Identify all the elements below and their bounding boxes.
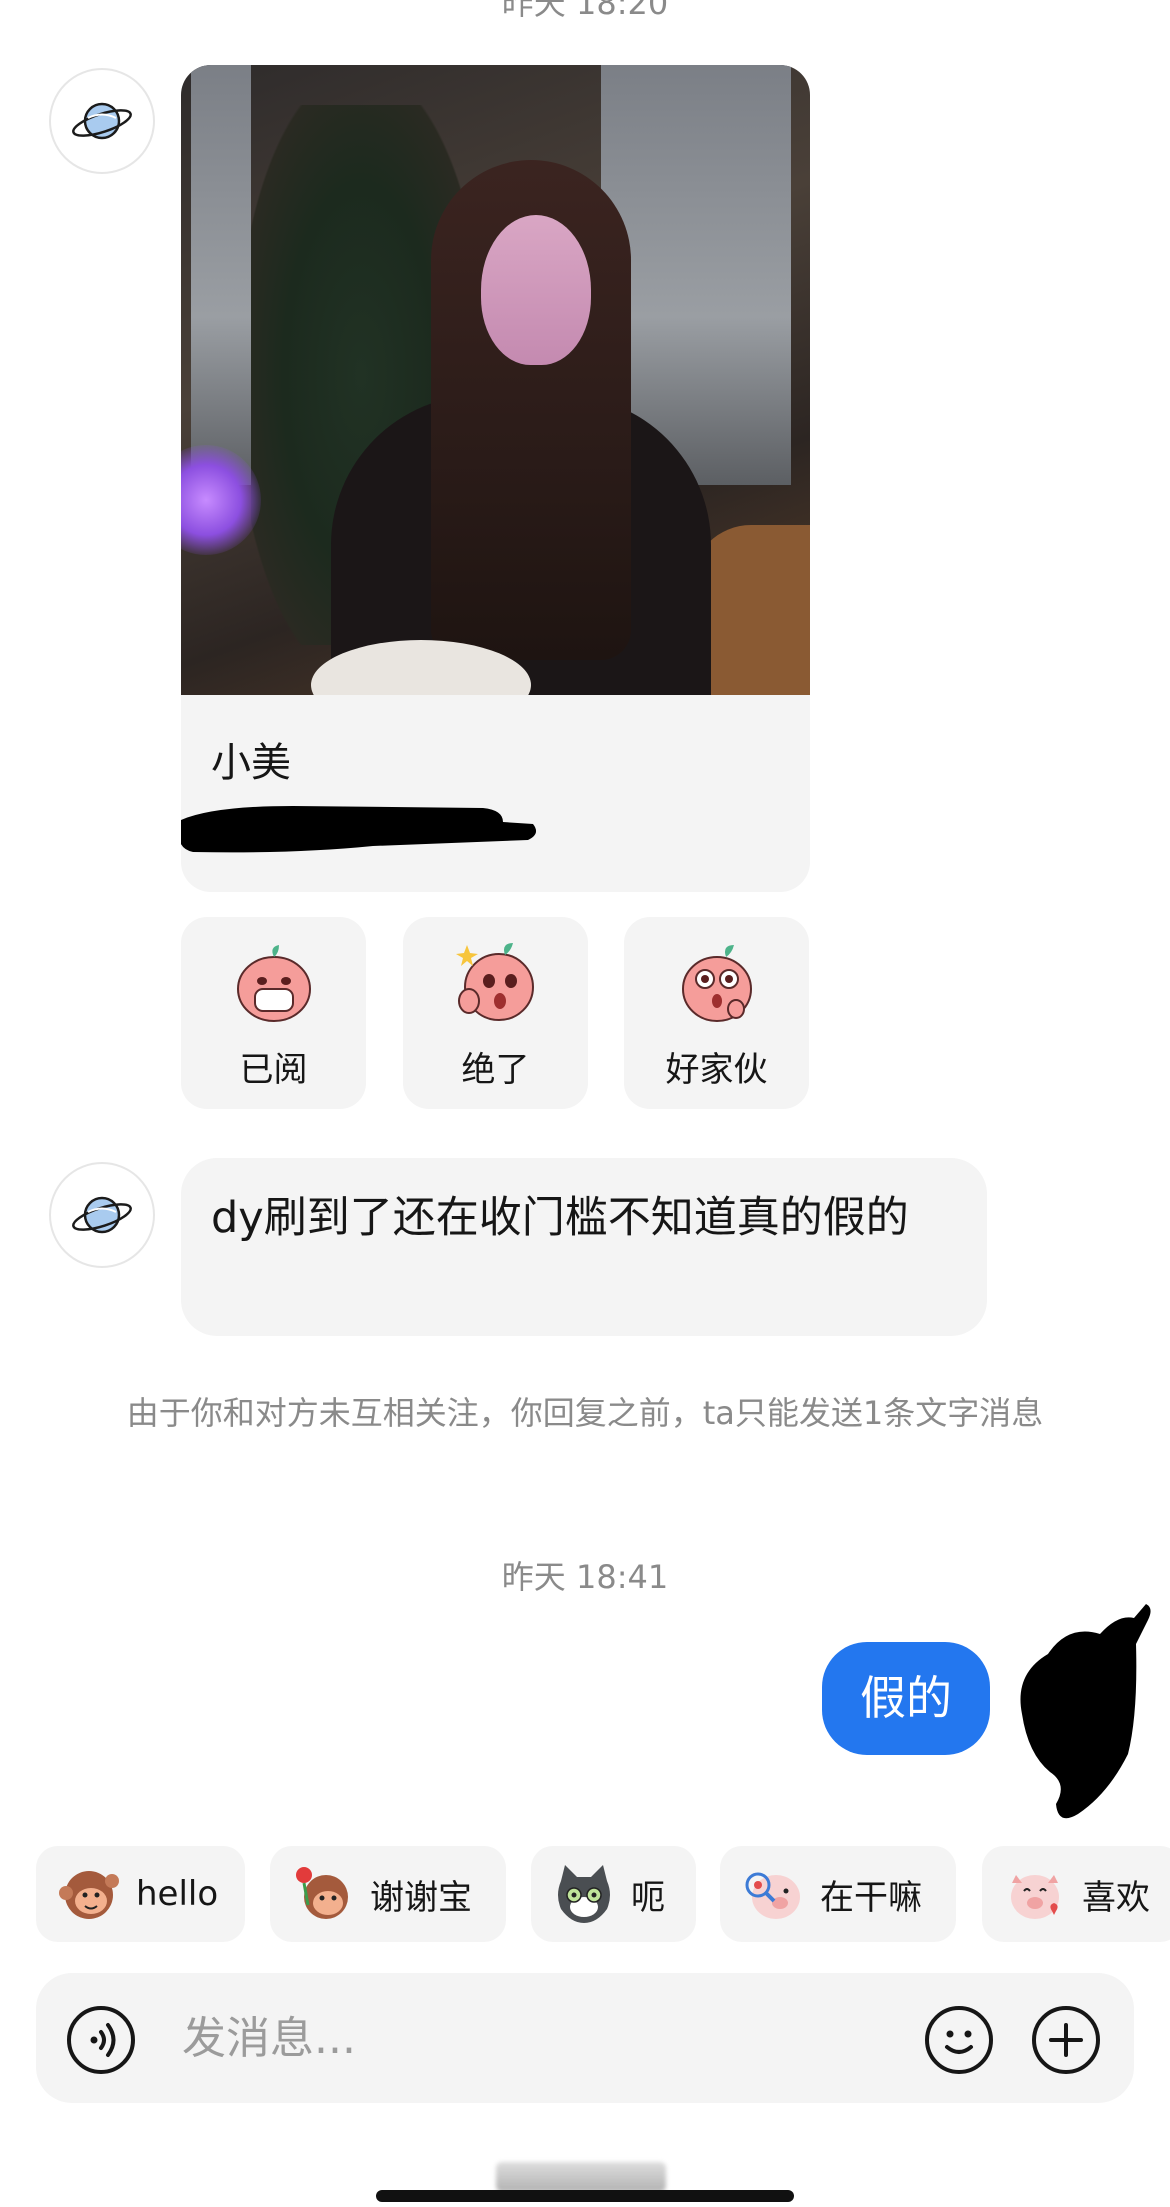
quick-reply-like[interactable]: 喜欢: [982, 1846, 1170, 1942]
quick-reply-thanks[interactable]: 谢谢宝: [270, 1846, 506, 1942]
quick-reply-label: 谢谢宝: [370, 1877, 472, 1918]
monkey-rose-sticker-icon: [296, 1867, 348, 1919]
message-input[interactable]: [182, 1995, 922, 2081]
reaction-amazing[interactable]: 绝了: [403, 917, 588, 1109]
blurred-region: [496, 2162, 666, 2192]
home-indicator[interactable]: [376, 2190, 794, 2202]
profile-name: 小美: [211, 740, 291, 786]
quick-reply-label: hello: [136, 1874, 219, 1914]
system-notice: 由于你和对方未互相关注，你回复之前，ta只能发送1条文字消息: [126, 1394, 1044, 1432]
quick-reply-label: 在干嘛: [820, 1877, 922, 1918]
peach-mask-sticker-icon: [236, 945, 311, 1022]
timestamp-middle: 昨天 18:41: [501, 1558, 669, 1596]
quick-reply-label: 呃: [631, 1877, 665, 1918]
redaction-mark: [181, 806, 537, 853]
reaction-label: 绝了: [461, 1050, 530, 1090]
cat-sticker-icon: [558, 1865, 610, 1923]
quick-reply-label: 喜欢: [1082, 1877, 1150, 1918]
profile-photo[interactable]: [181, 65, 810, 695]
pig-magnifier-sticker-icon: [745, 1872, 800, 1919]
quick-reply-uh[interactable]: 呃: [531, 1846, 696, 1942]
reaction-label: 已阅: [239, 1050, 308, 1090]
timestamp-top: 昨天 18:20: [501, 0, 669, 22]
monkey-wave-sticker-icon: [59, 1871, 119, 1919]
pig-love-sticker-icon: [1011, 1875, 1059, 1919]
voice-input-icon[interactable]: [66, 2005, 136, 2075]
reaction-read[interactable]: 已阅: [181, 917, 366, 1109]
quick-reply-hello[interactable]: hello: [36, 1846, 245, 1942]
peach-shocked-sticker-icon: [681, 945, 752, 1022]
peach-thumbs-up-sticker-icon: [455, 943, 534, 1021]
reaction-label: 好家伙: [665, 1050, 768, 1090]
plus-icon[interactable]: [1031, 2005, 1101, 2075]
contact-avatar[interactable]: [49, 1162, 155, 1268]
outgoing-message-bubble[interactable]: 假的: [822, 1642, 990, 1755]
incoming-message-bubble[interactable]: dy刷到了还在收门槛不知道真的假的: [181, 1158, 987, 1336]
redaction-mark: [1020, 1604, 1151, 1819]
reaction-wow[interactable]: 好家伙: [624, 917, 809, 1109]
message-composer: [36, 1973, 1134, 2103]
profile-card[interactable]: 小美: [181, 65, 810, 892]
contact-avatar[interactable]: [49, 68, 155, 174]
emoji-icon[interactable]: [924, 2005, 994, 2075]
quick-reply-row: hello 谢谢宝 呃 在干嘛 喜欢: [0, 1846, 1170, 1942]
quick-reply-what-doing[interactable]: 在干嘛: [720, 1846, 956, 1942]
planet-icon: [72, 1196, 132, 1234]
planet-icon: [72, 102, 132, 140]
